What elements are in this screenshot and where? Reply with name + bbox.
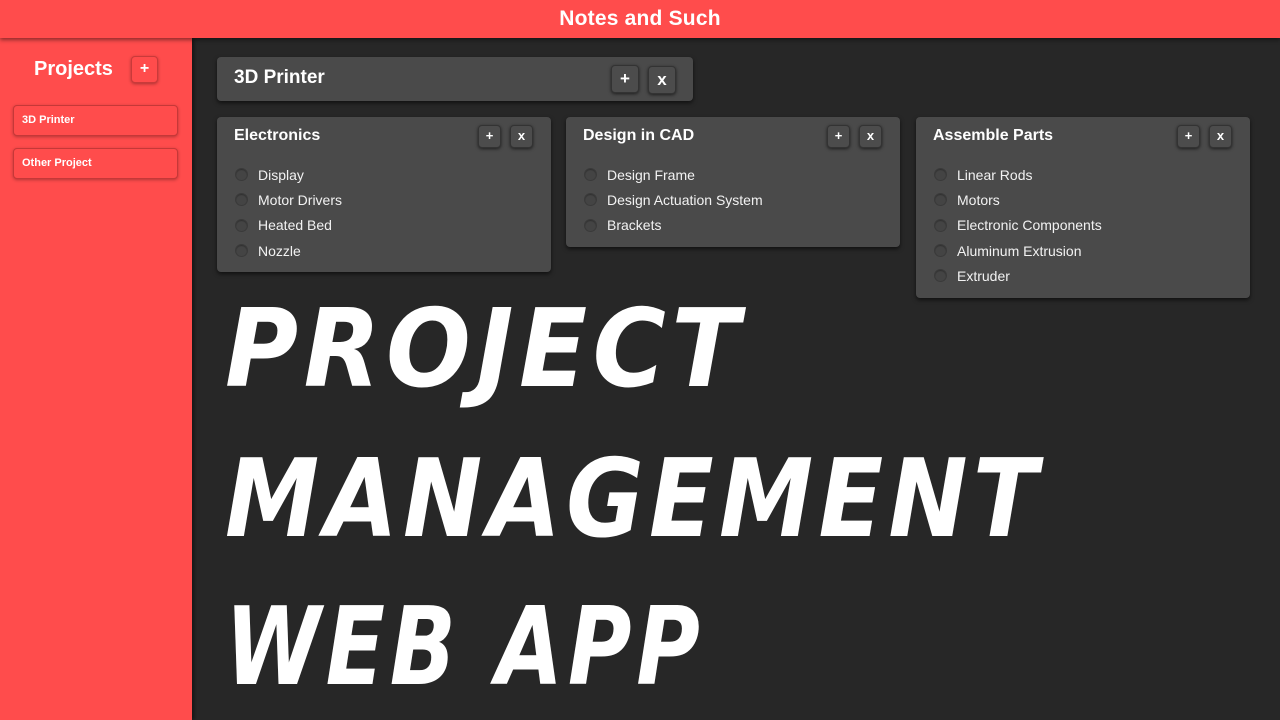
task-label: Motors [957,191,1000,208]
task-item[interactable]: Design Frame [583,162,763,187]
project-title: 3D Printer [234,67,325,88]
task-item[interactable]: Extruder [933,263,1102,288]
sidebar-header: Projects + [0,55,192,85]
overlay-title-line-3: WEB APP [225,585,705,710]
task-item[interactable]: Motors [933,187,1102,212]
task-item[interactable]: Display [234,162,342,187]
task-radio[interactable] [934,269,947,283]
overlay-title-line-2: MANAGEMENT [225,437,1043,562]
project-header: 3D Printer + x [217,57,693,101]
task-radio[interactable] [235,218,248,232]
add-list-button[interactable]: + [611,65,639,93]
task-item[interactable]: Brackets [583,213,763,238]
sidebar: Projects + 3D Printer Other Project [0,38,192,720]
task-radio[interactable] [934,168,947,182]
delete-list-button[interactable]: x [859,125,882,148]
task-item[interactable]: Heated Bed [234,213,342,238]
task-radio[interactable] [235,193,248,207]
delete-list-button[interactable]: x [510,125,533,148]
task-list: Display Motor Drivers Heated Bed Nozzle [234,162,342,263]
task-label: Linear Rods [957,166,1033,183]
task-item[interactable]: Nozzle [234,238,342,263]
task-radio[interactable] [235,244,248,258]
add-task-button[interactable]: + [478,125,501,148]
task-label: Design Frame [607,166,695,183]
task-radio[interactable] [584,168,597,182]
delete-project-button[interactable]: x [648,66,676,94]
task-label: Brackets [607,217,662,234]
add-task-button[interactable]: + [827,125,850,148]
list-card-design-in-cad: Design in CAD + x Design Frame Design Ac… [566,117,900,247]
task-radio[interactable] [584,193,597,207]
sidebar-title: Projects [34,58,113,80]
task-label: Motor Drivers [258,191,343,208]
add-task-button[interactable]: + [1177,125,1200,148]
task-label: Display [258,166,304,183]
card-title: Electronics [234,127,321,144]
task-item[interactable]: Motor Drivers [234,187,342,212]
task-label: Design Actuation System [607,191,763,208]
task-list: Design Frame Design Actuation System Bra… [583,162,763,238]
sidebar-item-3d-printer[interactable]: 3D Printer [13,105,178,136]
task-list: Linear Rods Motors Electronic Components… [933,162,1102,288]
task-radio[interactable] [934,244,947,258]
sidebar-item-other-project[interactable]: Other Project [13,148,178,179]
task-radio[interactable] [235,168,248,182]
task-label: Heated Bed [258,217,332,234]
list-card-assemble-parts: Assemble Parts + x Linear Rods Motors El… [916,117,1250,298]
card-title: Design in CAD [583,127,695,144]
card-title: Assemble Parts [933,127,1054,144]
list-card-electronics: Electronics + x Display Motor Drivers He… [217,117,551,272]
task-item[interactable]: Aluminum Extrusion [933,238,1102,263]
task-item[interactable]: Electronic Components [933,213,1102,238]
app-header: Notes and Such [0,0,1280,38]
task-label: Aluminum Extrusion [957,242,1082,259]
delete-list-button[interactable]: x [1209,125,1232,148]
overlay-title-line-1: PROJECT [225,287,746,412]
task-label: Nozzle [258,242,301,259]
task-item[interactable]: Linear Rods [933,162,1102,187]
task-item[interactable]: Design Actuation System [583,187,763,212]
task-radio[interactable] [934,218,947,232]
task-label: Extruder [957,267,1010,284]
app-title: Notes and Such [559,7,721,30]
task-radio[interactable] [934,193,947,207]
task-radio[interactable] [584,218,597,232]
task-label: Electronic Components [957,217,1102,234]
add-project-button[interactable]: + [131,56,158,83]
